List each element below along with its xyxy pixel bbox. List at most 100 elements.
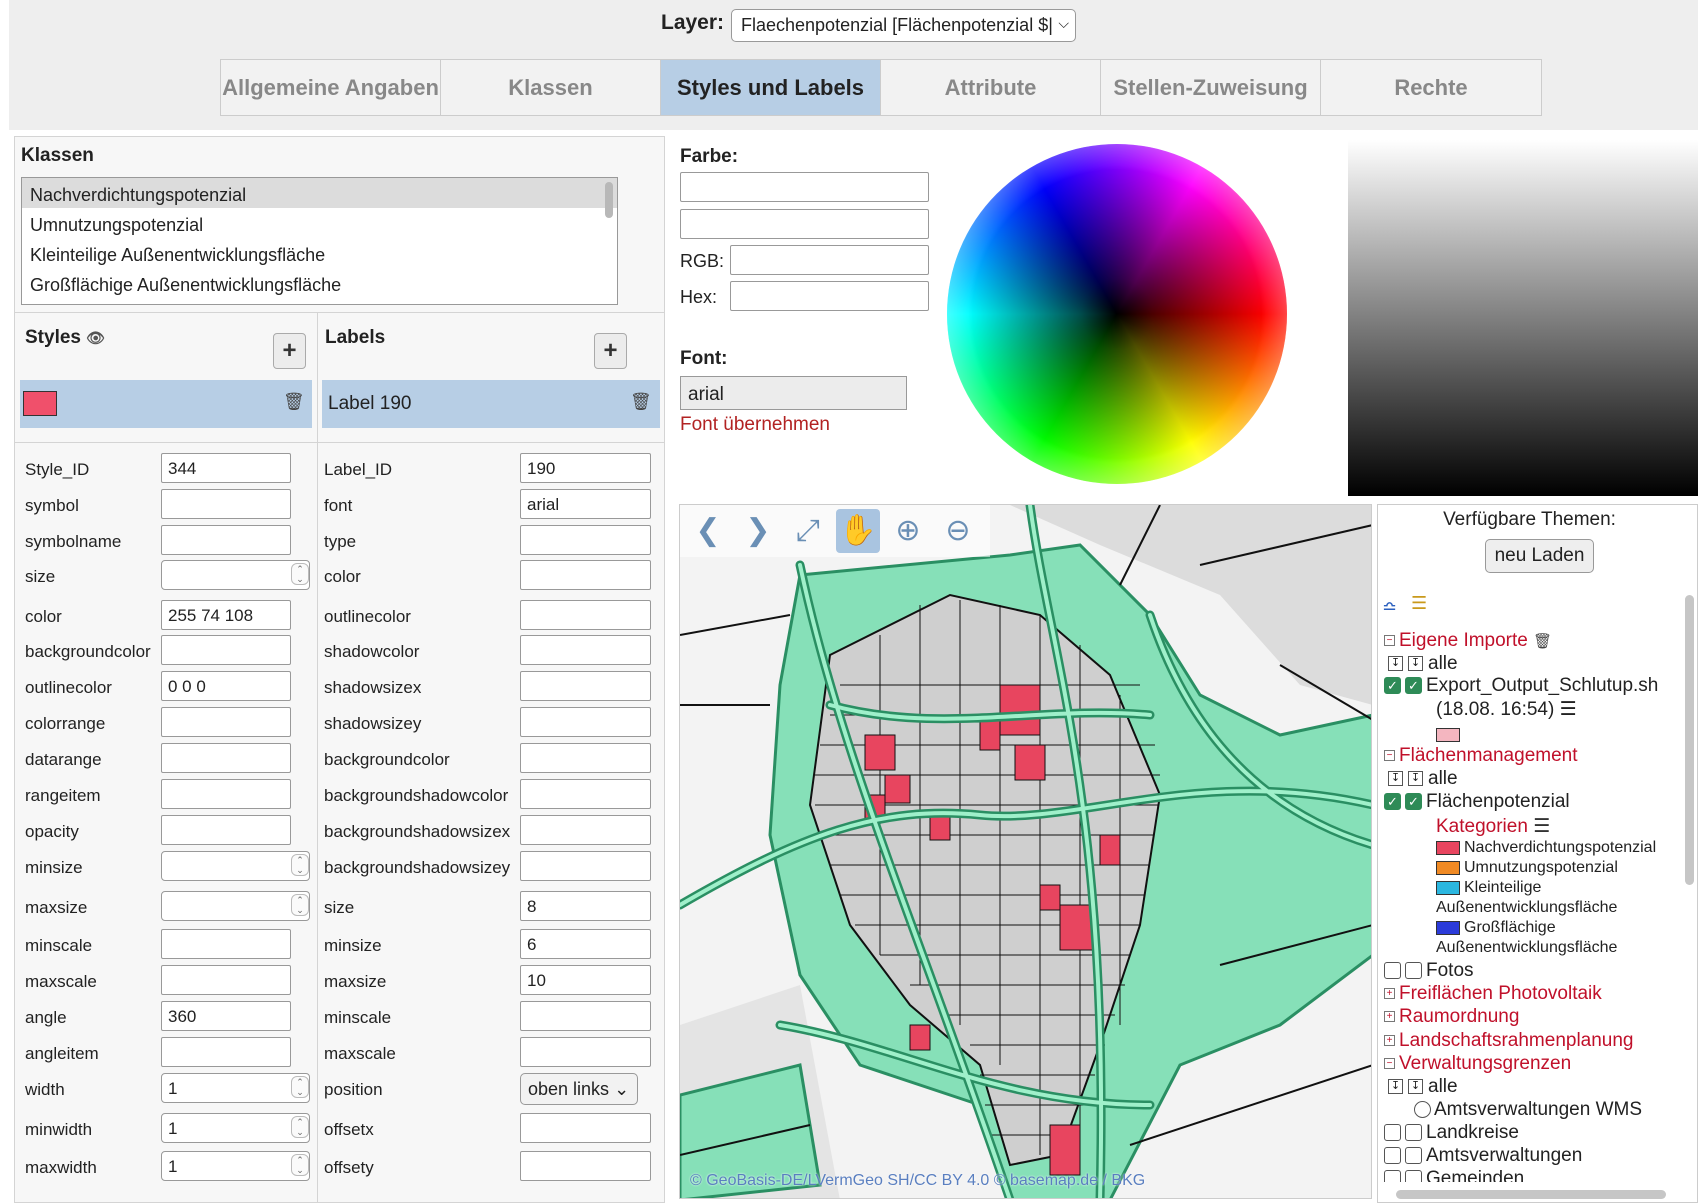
visibility-checkbox[interactable] [1405,1170,1422,1182]
tab-rechte[interactable]: Rechte [1321,60,1541,115]
label-field-input[interactable] [520,851,651,881]
themes-scrollbar-horizontal[interactable] [1396,1190,1666,1199]
forward-icon[interactable]: ❯ [736,509,780,553]
position-select[interactable]: oben links ⌄ [520,1073,638,1105]
label-field-input[interactable] [520,600,651,630]
select-all-row[interactable]: ↧ ↧ alle [1388,768,1458,790]
visibility-checkbox[interactable]: ✓ [1405,793,1422,811]
style-field-input[interactable] [161,851,310,881]
query-checkbox[interactable] [1384,1147,1401,1165]
label-field-input[interactable] [520,707,651,737]
group-freiflaechen[interactable]: + Freiflächen Photovoltaik [1384,983,1602,1005]
layer-radio[interactable] [1414,1101,1431,1119]
visibility-checkbox[interactable] [1405,1147,1422,1165]
collapse-icon[interactable]: − [1384,750,1395,762]
style-field-input[interactable] [161,891,310,921]
group-raumordnung[interactable]: + Raumordnung [1384,1006,1519,1028]
stepper-icon[interactable]: ⌃ ⌄ [291,894,309,916]
collapse-icon[interactable]: − [1384,1058,1395,1070]
map-canvas[interactable] [680,505,1372,1199]
label-field-input[interactable]: 6 [520,929,651,959]
select-all-row[interactable]: ↧ ↧ alle [1388,1076,1458,1098]
font-apply-link[interactable]: Font übernehmen [680,414,830,436]
zoom-extent-icon[interactable]: ⤢ [786,509,830,553]
zoom-in-icon[interactable]: ⊕ [886,509,930,553]
klasse-item[interactable]: Großflächige Außenentwicklungsfläche [22,268,617,298]
selected-style-row[interactable]: 🗑 [20,380,312,428]
label-field-input[interactable] [520,815,651,845]
style-field-input[interactable] [161,1037,291,1067]
style-field-input[interactable]: 344 [161,453,291,483]
eye-icon[interactable]: 👁 [86,330,105,347]
font-input[interactable]: arial [680,376,907,410]
map-attribution[interactable]: © GeoBasis-DE/LVermGeo SH/CC BY 4.0 © ba… [690,1172,1145,1190]
stepper-icon[interactable]: ⌃ ⌄ [291,1116,309,1138]
style-field-input[interactable] [161,929,291,959]
collapse-icon[interactable]: − [1384,635,1395,647]
label-field-input[interactable] [520,560,651,590]
tab-attribute[interactable]: Attribute [881,60,1101,115]
toggle-all-icon[interactable]: ↧ [1388,656,1403,672]
menu-icon[interactable]: ☰ [1533,816,1550,837]
style-field-input[interactable]: 1 [161,1073,310,1103]
toggle-all-icon[interactable]: ↧ [1388,771,1403,787]
klasse-item[interactable]: Kleinteilige Außenentwicklungsfläche [22,238,617,268]
style-field-input[interactable]: 360 [161,1001,291,1031]
query-checkbox[interactable] [1384,1170,1401,1182]
label-field-input[interactable]: 190 [520,453,651,483]
delete-style-icon[interactable]: 🗑 [283,392,305,412]
add-label-button[interactable]: + [594,333,627,369]
stepper-icon[interactable]: ⌃ ⌄ [291,854,309,876]
group-flaechenmanagement[interactable]: − Flächenmanagement [1384,745,1578,767]
map-view[interactable]: ❮ ❯ ⤢ ✋ ⊕ ⊖ © GeoBasis-DE/LVermGeo SH/CC BY 4… [679,504,1372,1199]
kategorien-label[interactable]: Kategorien ☰ [1436,815,1550,838]
pan-hand-icon[interactable]: ✋ [836,509,880,553]
klassen-listbox[interactable]: Nachverdichtungspotenzial Umnutzungspoten… [21,177,618,305]
tab-allgemeine-angaben[interactable]: Allgemeine Angaben [221,60,441,115]
visibility-checkbox[interactable]: ✓ [1405,677,1422,695]
tab-styles-und-labels[interactable]: Styles und Labels [661,60,881,115]
style-field-input[interactable] [161,560,310,590]
query-checkbox[interactable]: ✓ [1384,677,1401,695]
style-field-input[interactable] [161,635,291,665]
menu-icon[interactable]: ☰ [1560,699,1577,720]
label-field-input[interactable] [520,635,651,665]
layer-amtsverwaltungen[interactable]: Amtsverwaltungen [1384,1145,1582,1167]
label-field-input[interactable] [520,525,651,555]
rgb-input[interactable] [730,245,929,275]
label-field-input[interactable]: 10 [520,965,651,995]
layer-export-output[interactable]: ✓ ✓ Export_Output_Schlutup.sh [1384,675,1658,697]
stepper-icon[interactable]: ⌃ ⌄ [291,1154,309,1176]
query-checkbox[interactable]: ✓ [1384,793,1401,811]
klasse-item[interactable]: Nachverdichtungspotenzial [22,178,617,208]
stepper-icon[interactable]: ⌃ ⌄ [291,563,309,585]
group-eigene-importe[interactable]: − Eigene Importe 🗑 [1384,630,1552,652]
tab-stellen-zuweisung[interactable]: Stellen-Zuweisung [1101,60,1321,115]
style-field-input[interactable] [161,525,291,555]
label-field-input[interactable] [520,779,651,809]
hex-input[interactable] [730,281,929,311]
expand-icon[interactable]: + [1384,1011,1395,1023]
label-field-input[interactable] [520,671,651,701]
themes-scrollbar-vertical[interactable] [1685,595,1694,885]
label-field-input[interactable]: arial [520,489,651,519]
toggle-all-icon[interactable]: ↧ [1388,1079,1403,1095]
toggle-all-icon[interactable]: ↧ [1408,656,1423,672]
klasse-item[interactable]: Umnutzungspotenzial [22,208,617,238]
style-field-input[interactable] [161,815,291,845]
label-field-input[interactable] [520,1151,651,1181]
expand-icon[interactable]: + [1384,988,1395,1000]
expand-icon[interactable]: + [1384,1035,1395,1047]
stepper-icon[interactable]: ⌃ ⌄ [291,1076,309,1098]
trash-icon[interactable]: 🗑 [1533,633,1552,650]
selected-label-row[interactable]: Label 190 🗑 [322,380,660,428]
select-all-row[interactable]: ↧ ↧ alle [1388,653,1458,675]
layer-select[interactable]: Flaechenpotenzial [Flächenpotenzial $| ⌵ [731,9,1076,42]
style-field-input[interactable] [161,965,291,995]
layer-fotos[interactable]: Fotos [1384,960,1474,982]
label-field-input[interactable] [520,743,651,773]
style-field-input[interactable] [161,707,291,737]
brightness-gradient[interactable] [1348,140,1698,496]
style-field-input[interactable]: 0 0 0 [161,671,291,701]
style-field-input[interactable]: 255 74 108 [161,600,291,630]
